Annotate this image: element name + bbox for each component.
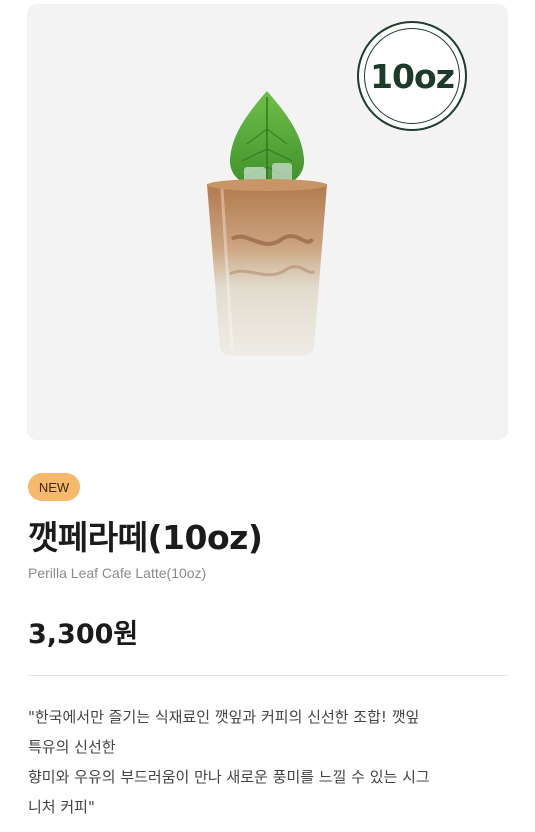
description-line: 특유의 신선한 [28, 738, 116, 756]
drink-image [207, 91, 327, 356]
divider [28, 675, 508, 676]
product-price: 3,300원 [28, 619, 139, 650]
cup [207, 184, 327, 356]
size-badge: 10oz [357, 21, 467, 131]
product-title: 깻페라떼(10oz) [28, 518, 263, 557]
size-badge-label: 10oz [364, 28, 460, 124]
product-image-area: 10oz [27, 4, 508, 440]
description-line: 니처 커피" [28, 798, 95, 816]
description-line: 향미와 우유의 부드러움이 만나 새로운 풍미를 느낄 수 있는 시그 [28, 768, 430, 786]
product-english-name: Perilla Leaf Cafe Latte(10oz) [28, 565, 207, 581]
description-line: "한국에서만 즐기는 식재료인 깻잎과 커피의 신선한 조합! 깻잎 [28, 708, 420, 726]
product-description: "한국에서만 즐기는 식재료인 깻잎과 커피의 신선한 조합! 깻잎 특유의 신… [28, 702, 508, 822]
new-badge: NEW [28, 473, 80, 501]
